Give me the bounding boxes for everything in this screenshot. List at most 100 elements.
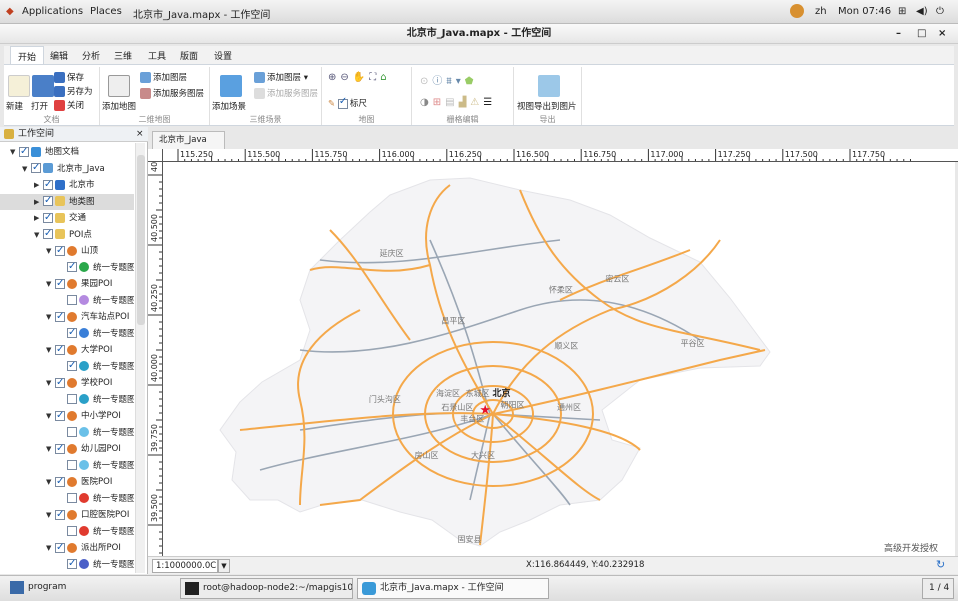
visibility-checkbox[interactable] — [67, 394, 77, 404]
tree-item[interactable]: ▼ 大学POI — [0, 342, 134, 358]
tree-item[interactable]: ▼ 汽车站点POI — [0, 309, 134, 325]
minimize-button[interactable]: – — [896, 24, 901, 44]
export-image-button[interactable]: 视图导出到图片 — [517, 100, 577, 112]
add-service-layer-button[interactable]: 添加服务图层 — [140, 87, 204, 99]
expand-arrow-icon[interactable]: ▼ — [46, 507, 55, 523]
contrast-icon[interactable]: ◑ — [420, 97, 433, 108]
refresh-map-icon[interactable]: ⌂ — [380, 72, 390, 83]
visibility-checkbox[interactable] — [67, 325, 77, 341]
tree-item[interactable]: 统一专题图 — [0, 325, 134, 342]
visibility-checkbox[interactable] — [55, 474, 65, 490]
warning-icon[interactable]: ⚠ — [470, 97, 483, 108]
add-map-button[interactable]: 添加地图 — [102, 100, 136, 112]
network-icon[interactable]: ⊞ — [898, 6, 906, 17]
clock[interactable]: Mon 07:46 — [838, 6, 891, 17]
tree-scrollbar[interactable] — [135, 143, 145, 573]
tab-layout[interactable]: 版面 — [180, 49, 198, 62]
visibility-checkbox[interactable] — [55, 441, 65, 457]
expand-arrow-icon[interactable]: ▶ — [34, 177, 43, 193]
expand-arrow-icon[interactable]: ▶ — [34, 210, 43, 226]
taskbar-item-terminal[interactable]: root@hadoop-node2:~/mapgis10/pr... — [180, 578, 353, 599]
language-indicator[interactable]: zh — [815, 6, 827, 17]
tab-analysis[interactable]: 分析 — [82, 49, 100, 62]
visibility-checkbox[interactable] — [67, 427, 77, 437]
add-layer-button[interactable]: 添加图层 — [140, 71, 187, 83]
tree-item[interactable]: 统一专题图 — [0, 392, 134, 408]
full-extent-icon[interactable]: ⛶ — [369, 72, 380, 83]
places-menu[interactable]: Places — [90, 6, 122, 17]
info-icon[interactable]: ⓘ — [432, 76, 446, 87]
expand-arrow-icon[interactable]: ▼ — [46, 408, 55, 424]
tab-edit[interactable]: 编辑 — [50, 49, 68, 62]
tree-item[interactable]: 统一专题图 — [0, 425, 134, 441]
visibility-checkbox[interactable] — [43, 226, 53, 242]
tree-item[interactable]: ▼ 口腔医院POI — [0, 507, 134, 523]
tree-item[interactable]: ▼ 幼儿园POI — [0, 441, 134, 457]
expand-arrow-icon[interactable]: ▼ — [46, 309, 55, 325]
visibility-checkbox[interactable] — [67, 556, 77, 572]
tab-tools[interactable]: 工具 — [148, 49, 166, 62]
map-canvas[interactable]: 延庆区怀柔区 密云区昌平区顺义区 平谷区门头沟区 海淀区 东城区 北京石景山区 朝阳区 通州区… — [163, 162, 955, 556]
expand-arrow-icon[interactable]: ▼ — [22, 161, 31, 177]
grid-icon[interactable]: ⊞ — [433, 97, 445, 108]
active-window-label[interactable]: 北京市_Java.mapx - 工作空间 — [133, 6, 270, 21]
save-as-button[interactable]: 另存为 — [54, 85, 93, 97]
taskbar-item-mapgis[interactable]: 北京市_Java.mapx - 工作空间 — [357, 578, 549, 599]
expand-arrow-icon[interactable]: ▼ — [46, 276, 55, 292]
zoom-out-icon[interactable]: ⊖ — [340, 72, 352, 83]
visibility-checkbox[interactable] — [67, 358, 77, 374]
tree-item[interactable]: ▼ 医院POI — [0, 474, 134, 490]
visibility-checkbox[interactable] — [55, 375, 65, 391]
shield-icon[interactable]: ⬟ — [465, 76, 478, 87]
magic-wand-icon[interactable]: ✎ — [328, 99, 335, 109]
document-tab[interactable]: 北京市_Java × — [152, 131, 225, 162]
expand-arrow-icon[interactable]: ▼ — [46, 441, 55, 457]
save-button[interactable]: 保存 — [54, 71, 84, 83]
visibility-checkbox[interactable] — [67, 526, 77, 536]
visibility-checkbox[interactable] — [31, 160, 41, 176]
visibility-checkbox[interactable] — [43, 177, 53, 193]
workspace-pager[interactable]: 1 / 4 — [922, 578, 954, 599]
input-method-icon[interactable] — [790, 4, 804, 18]
visibility-checkbox[interactable] — [43, 210, 53, 226]
visibility-checkbox[interactable] — [55, 408, 65, 424]
expand-arrow-icon[interactable]: ▼ — [10, 144, 19, 160]
tab-3d[interactable]: 三维 — [114, 49, 132, 62]
workspace-close-button[interactable]: × — [136, 127, 144, 142]
close-button[interactable]: × — [938, 24, 946, 44]
visibility-checkbox[interactable] — [67, 460, 77, 470]
histogram-icon[interactable]: ▟ — [459, 97, 471, 108]
tree-item[interactable]: ▼ 学校POI — [0, 375, 134, 391]
volume-icon[interactable]: ◀) — [916, 6, 928, 17]
visibility-checkbox[interactable] — [55, 540, 65, 556]
tree-item[interactable]: 统一专题图 — [0, 458, 134, 474]
visibility-checkbox[interactable] — [19, 144, 29, 160]
taskbar-item-program[interactable]: program — [6, 578, 166, 599]
visibility-checkbox[interactable] — [55, 276, 65, 292]
tree-item[interactable]: 统一专题图 — [0, 491, 134, 507]
visibility-checkbox[interactable] — [43, 193, 53, 209]
new-button[interactable]: 新建 — [6, 100, 23, 112]
tab-start[interactable]: 开始 — [10, 46, 45, 65]
scale-input[interactable]: 1:1000000.0C — [152, 559, 218, 573]
expand-arrow-icon[interactable]: ▼ — [46, 243, 55, 259]
expand-arrow-icon[interactable]: ▼ — [34, 227, 43, 243]
ruler-checkbox[interactable] — [337, 96, 348, 109]
expand-arrow-icon[interactable]: ▼ — [46, 540, 55, 556]
visibility-checkbox[interactable] — [55, 309, 65, 325]
layers-icon[interactable]: ▤ — [445, 97, 458, 108]
tree-item[interactable]: ▶ 地类图 — [0, 193, 134, 210]
tab-settings[interactable]: 设置 — [214, 49, 232, 62]
tree-item[interactable]: ▼ 山顶 — [0, 243, 134, 259]
close-doc-button[interactable]: 关闭 — [54, 99, 84, 111]
power-icon[interactable]: ⏻ — [936, 6, 944, 17]
scrollbar-thumb[interactable] — [137, 155, 145, 325]
visibility-checkbox[interactable] — [55, 342, 65, 358]
tree-item[interactable]: ▼ 中小学POI — [0, 408, 134, 424]
expand-arrow-icon[interactable]: ▼ — [46, 342, 55, 358]
tree-item[interactable]: 统一专题图 — [0, 358, 134, 375]
zoom-in-icon[interactable]: ⊕ — [328, 72, 340, 83]
ruler-toggle[interactable]: ✎ 标尺 — [328, 96, 367, 110]
tree-item[interactable]: 统一专题图 — [0, 524, 134, 540]
visibility-checkbox[interactable] — [55, 243, 65, 259]
